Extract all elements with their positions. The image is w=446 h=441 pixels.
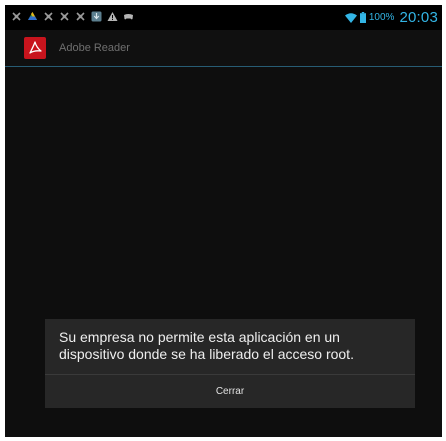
drive-icon	[27, 11, 38, 22]
usb-debug-icon	[59, 11, 70, 22]
usb-debug-icon	[11, 11, 22, 22]
battery-percentage: 100%	[368, 11, 395, 23]
warning-icon	[107, 11, 118, 22]
usb-debug-icon	[75, 11, 86, 22]
device-screen: 100% 20:03 Adobe Reader Su empresa no pe…	[5, 5, 442, 437]
download-icon	[91, 11, 102, 22]
action-bar: Adobe Reader	[5, 30, 442, 67]
game-controller-icon	[123, 11, 134, 22]
notification-icons	[11, 11, 134, 22]
usb-debug-icon	[43, 11, 54, 22]
battery-icon	[359, 12, 366, 23]
app-title: Adobe Reader	[59, 42, 130, 54]
dialog-message: Su empresa no permite esta aplicación en…	[59, 329, 354, 362]
status-indicators: 100% 20:03	[344, 7, 438, 28]
clock: 20:03	[399, 8, 438, 26]
close-button[interactable]: Cerrar	[45, 375, 415, 408]
adobe-reader-icon[interactable]	[24, 37, 46, 59]
status-bar: 100% 20:03	[5, 5, 442, 30]
root-access-dialog: Su empresa no permite esta aplicación en…	[45, 319, 415, 408]
wifi-icon	[344, 12, 357, 23]
